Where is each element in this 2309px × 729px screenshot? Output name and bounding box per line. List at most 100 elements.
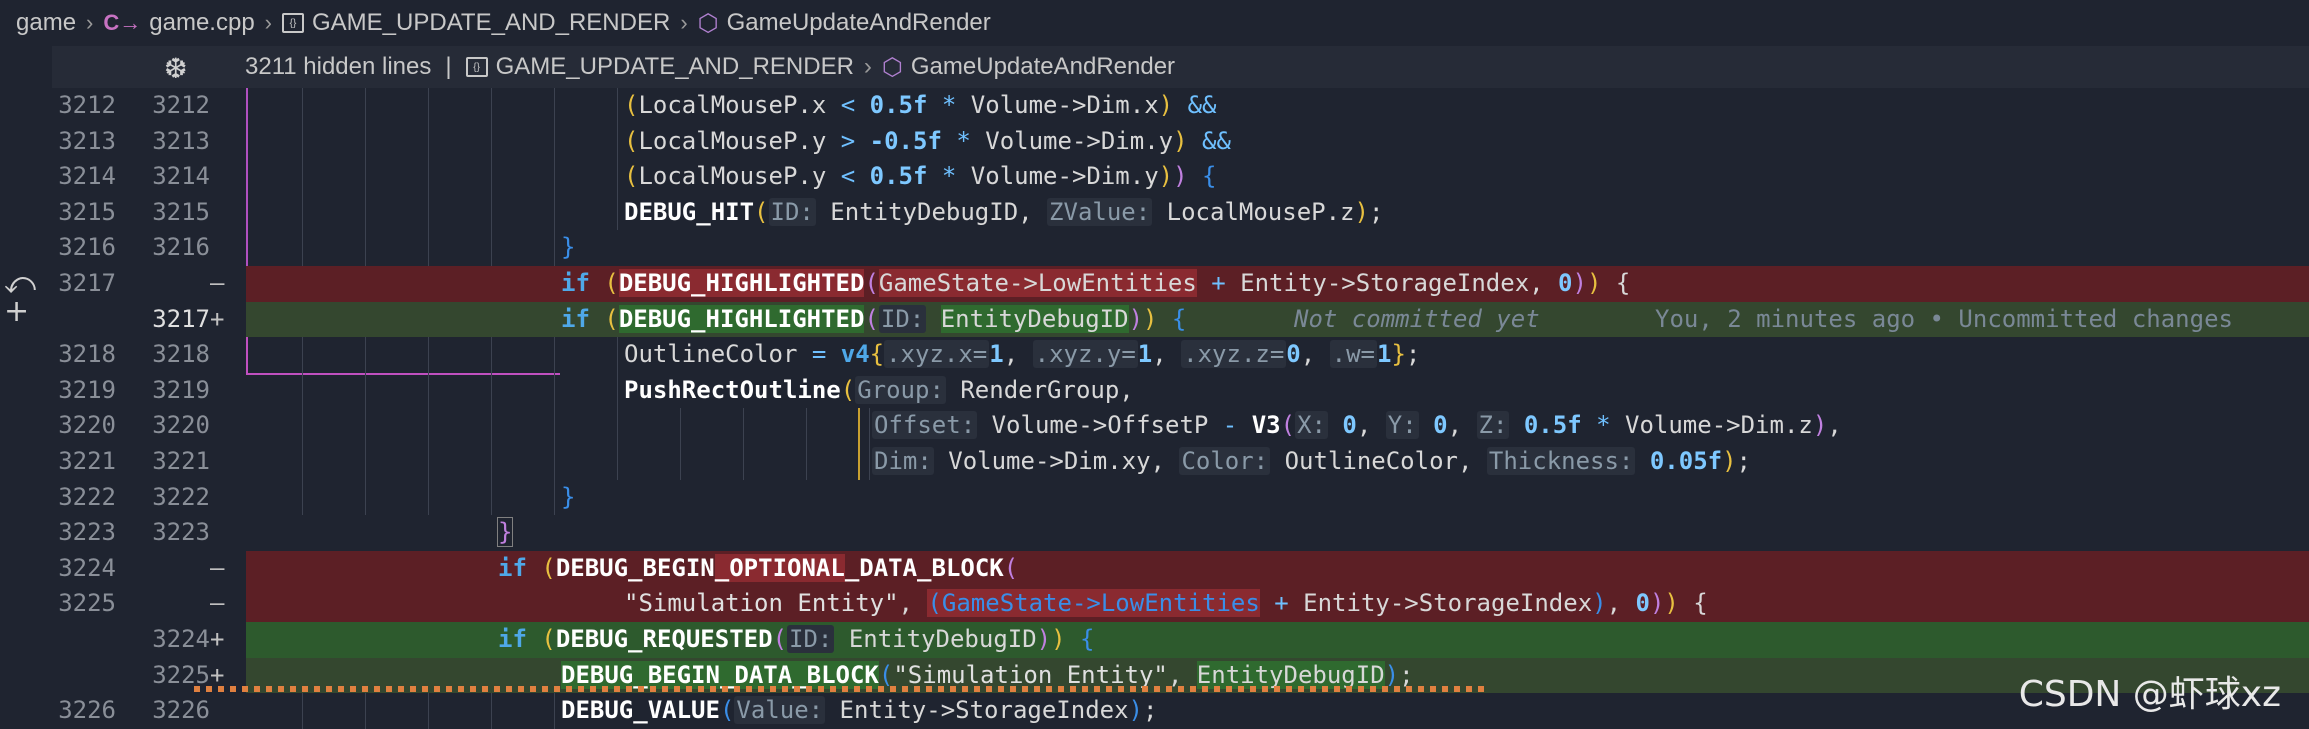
new-line-number: 3219 [152,375,210,404]
code-line[interactable]: 3220 3220 Offset: Volume->OffsetP - V3(X… [52,408,2309,444]
deleted-code-line[interactable]: 3225 — "Simulation Entity", (GameState->… [52,586,2309,622]
old-line-number: 3215 [58,197,116,226]
code-text: (LocalMouseP.x < 0.5f * Volume->Dim.x) &… [624,91,1217,119]
breadcrumb-function[interactable]: ⬡ GameUpdateAndRender [698,9,991,38]
chevron-right-icon: › [264,10,272,35]
old-line-number: 3223 [58,518,116,547]
old-line-number: 3224 [58,553,116,582]
new-line-number: 3222 [152,482,210,511]
deleted-code-line[interactable]: 3217 — if (DEBUG_HIGHLIGHTED(GameState->… [52,266,2309,302]
deleted-code-line[interactable]: 3224 — if (DEBUG_BEGIN_OPTIONAL_DATA_BLO… [52,550,2309,587]
code-text: "Simulation Entity", (GameState->LowEnti… [624,589,1708,618]
code-text: (LocalMouseP.y > -0.5f * Volume->Dim.y) … [624,126,1231,155]
diff-editor[interactable]: 3212 3212 (LocalMouseP.x < 0.5f * Volume… [52,88,2309,729]
breadcrumb-function-label: GameUpdateAndRender [726,9,991,36]
code-text: PushRectOutline(Group: RenderGroup, [624,375,1134,404]
method-cube-icon: ⬡ [881,53,903,81]
chevron-right-icon: › [863,53,872,80]
stage-change-plus-icon[interactable]: + [4,294,29,329]
chevron-right-icon: › [680,10,688,35]
code-line[interactable]: 3214 3214 (LocalMouseP.y < 0.5f * Volume… [52,159,2309,195]
new-line-number: 3224 [152,625,210,653]
diff-added-marker: + [210,304,225,333]
new-line-number [136,551,210,587]
old-line-number [52,302,116,338]
code-text: if (DEBUG_REQUESTED(ID: EntityDebugID)) … [498,625,1095,653]
chevron-right-icon: › [86,10,94,35]
diff-removed-marker: — [210,589,225,618]
breadcrumb-file[interactable]: C→ game.cpp [103,9,254,37]
inserted-code-line[interactable]: 3224 + if (DEBUG_REQUESTED(ID: EntityDeb… [52,622,2309,658]
old-line-number: 3222 [58,482,116,511]
error-squiggle [194,686,1484,692]
code-text: DEBUG_HIT(ID: EntityDebugID, ZValue: Loc… [624,197,1384,226]
old-line-number: 3218 [58,340,116,369]
new-line-number: 3221 [152,447,210,475]
git-blame-annotation: You, 2 minutes ago • Uncommitted changes [1655,304,2233,333]
code-line[interactable]: 3223 3223 } [52,515,2309,551]
code-line[interactable]: 3222 3222 } [52,479,2309,516]
code-text: if (DEBUG_HIGHLIGHTED(GameState->LowEnti… [561,269,1631,297]
old-line-number: 3217 [58,269,116,297]
code-text: } [561,482,576,511]
old-line-number [52,622,116,658]
inserted-code-line[interactable]: 3217 + if (DEBUG_HIGHLIGHTED(ID: EntityD… [52,301,2309,338]
code-text: } [496,517,514,548]
old-line-number: 3221 [58,447,116,475]
code-line[interactable]: 3213 3213 (LocalMouseP.y > -0.5f * Volum… [52,123,2309,160]
hidden-lines-bar[interactable]: ❆ 3211 hidden lines | {} GAME_UPDATE_AND… [52,46,2309,88]
new-line-number: 3218 [152,340,210,369]
breadcrumb-namespace-label: GAME_UPDATE_AND_RENDER [312,9,671,36]
breadcrumb-folder[interactable]: game [16,9,76,37]
code-text: } [561,233,576,262]
old-line-number: 3226 [58,696,116,725]
new-line-number [136,266,210,302]
code-text: if (DEBUG_HIGHLIGHTED(ID: EntityDebugID)… [561,304,1187,333]
breadcrumb-namespace[interactable]: {} GAME_UPDATE_AND_RENDER [282,9,670,37]
git-not-committed-hint: Not committed yet [1294,304,1540,333]
new-line-number: 3217 [152,304,210,333]
new-line-number [136,586,210,622]
watermark: CSDN @虾球xz [2018,674,2281,715]
namespace-icon: {} [465,57,488,77]
diff-removed-marker: — [210,553,225,582]
new-line-number: 3214 [152,162,210,191]
hidden-bar-separator: | [445,53,452,80]
new-line-number: 3220 [152,411,210,440]
breadcrumb: game › C→ game.cpp › {} GAME_UPDATE_AND_… [0,0,2309,46]
hidden-bar-namespace: GAME_UPDATE_AND_RENDER [495,53,854,80]
new-line-number: 3215 [152,197,210,226]
code-text: if (DEBUG_BEGIN_OPTIONAL_DATA_BLOCK( [498,553,1019,582]
code-text: DEBUG_VALUE(Value: Entity->StorageIndex)… [561,696,1158,725]
new-line-number: 3213 [152,126,210,155]
cpp-file-icon: C→ [103,10,142,35]
code-text: Offset: Volume->OffsetP - V3(X: 0, Y: 0,… [872,411,1842,440]
code-text: Dim: Volume->Dim.xy, Color: OutlineColor… [872,447,1751,475]
diff-removed-marker: — [210,269,225,297]
new-line-number: 3226 [152,696,210,725]
hidden-lines-text: 3211 hidden lines | {} GAME_UPDATE_AND_R… [245,53,1175,82]
unfold-icon[interactable]: ❆ [164,52,187,85]
code-line[interactable]: 3218 3218 OutlineColor = v4{.xyz.x=1, .x… [52,337,2309,373]
old-line-number [52,658,116,694]
breadcrumb-file-label: game.cpp [149,9,255,36]
new-line-number: 3216 [152,233,210,262]
method-cube-icon: ⬡ [697,9,719,37]
old-line-number: 3216 [58,233,116,262]
old-line-number: 3225 [58,589,116,618]
hidden-bar-function: GameUpdateAndRender [910,53,1176,80]
old-line-number: 3219 [58,375,116,404]
code-line[interactable]: 3212 3212 (LocalMouseP.x < 0.5f * Volume… [52,88,2309,124]
code-line[interactable]: 3226 3226 DEBUG_VALUE(Value: Entity->Sto… [52,693,2309,729]
old-line-number: 3212 [58,91,116,119]
hidden-lines-count: 3211 hidden lines [245,53,432,80]
code-line[interactable]: 3215 3215 DEBUG_HIT(ID: EntityDebugID, Z… [52,194,2309,231]
code-line[interactable]: 3219 3219 PushRectOutline(Group: RenderG… [52,372,2309,409]
code-text: OutlineColor = v4{.xyz.x=1, .xyz.y=1, .x… [624,340,1421,369]
new-line-number: 3212 [152,91,210,119]
namespace-icon: {} [282,13,304,33]
old-line-number: 3214 [58,162,116,191]
code-line[interactable]: 3216 3216 } [52,230,2309,266]
code-line[interactable]: 3221 3221 Dim: Volume->Dim.xy, Color: Ou… [52,444,2309,480]
code-text: (LocalMouseP.y < 0.5f * Volume->Dim.y)) … [624,162,1217,191]
